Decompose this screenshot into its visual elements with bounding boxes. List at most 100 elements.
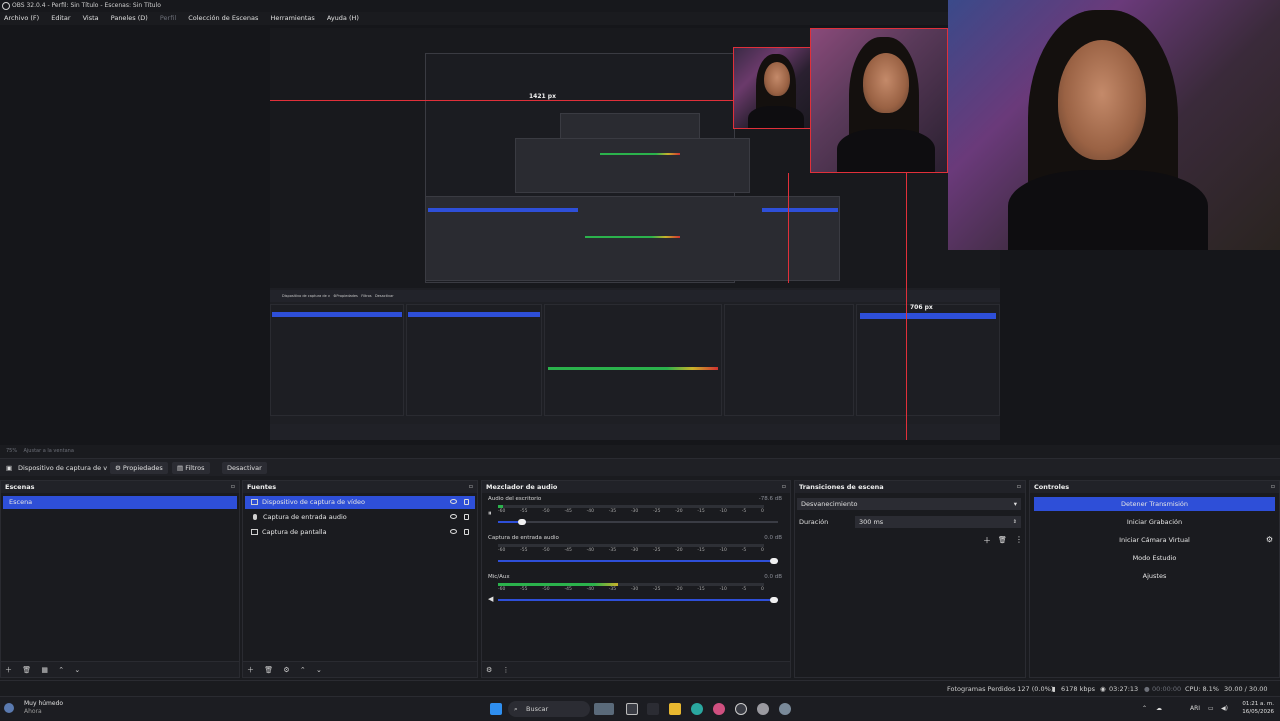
windows-start-icon[interactable] <box>490 703 502 715</box>
lock-icon[interactable] <box>464 514 469 520</box>
volume-slider-knob[interactable] <box>518 519 526 525</box>
menu-editar[interactable]: Editar <box>51 14 70 22</box>
meter-tick-label: -50 <box>542 587 550 592</box>
dock-float-icon[interactable]: ▫ <box>1271 481 1275 493</box>
add-transition-icon[interactable]: ＋ <box>983 535 991 546</box>
move-up-icon[interactable]: ⌃ <box>58 666 64 674</box>
menu-archivo[interactable]: Archivo (F) <box>4 14 39 22</box>
volume-icon[interactable]: ⏸ <box>488 509 492 518</box>
transition-select[interactable]: Desvanecimiento ▾ <box>797 498 1021 510</box>
nested-meter2 <box>585 236 680 238</box>
weather-widget[interactable]: Muy húmedo Ahora <box>24 700 63 716</box>
system-clock[interactable]: 01:21 a. m. 16/05/2026 <box>1242 700 1274 716</box>
task-view-icon[interactable] <box>626 703 638 715</box>
obs-taskbar-icon[interactable] <box>735 703 747 715</box>
duration-input[interactable]: 300 ms ⇕ <box>855 516 1021 528</box>
bitrate: 6178 kbps <box>1061 685 1096 693</box>
stop-stream-button[interactable]: Detener Transmisión <box>1034 497 1275 511</box>
add-source-icon[interactable]: ＋ <box>247 666 254 674</box>
app-icon[interactable] <box>713 703 725 715</box>
sources-title: Fuentes ▫ <box>243 481 477 493</box>
tray-network-icon[interactable]: ☁ <box>1156 697 1162 721</box>
menu-coleccion-escenas[interactable]: Colección de Escenas <box>188 14 258 22</box>
visibility-eye-icon[interactable] <box>450 499 457 504</box>
lock-icon[interactable] <box>464 529 469 535</box>
meter-tick-label: -50 <box>542 548 550 553</box>
meter-tick-label: -25 <box>653 509 661 514</box>
nested-control-sel <box>762 208 838 212</box>
volume-slider-knob[interactable] <box>770 597 778 603</box>
app-icon-2[interactable] <box>757 703 769 715</box>
fit-to-window[interactable]: Ajustar a la ventana <box>23 448 73 454</box>
volume-slider[interactable] <box>498 597 778 603</box>
menu-ayuda[interactable]: Ayuda (H) <box>327 14 359 22</box>
chrome-icon[interactable] <box>691 703 703 715</box>
meter-tick-label: -10 <box>719 548 727 553</box>
scene-filter-icon[interactable]: ▦ <box>41 666 48 674</box>
scene-item[interactable]: Escena <box>3 496 237 509</box>
properties-button[interactable]: ⚙ Propiedades <box>110 462 168 474</box>
start-recording-button[interactable]: Iniciar Grabación <box>1034 515 1275 529</box>
deactivate-button[interactable]: Desactivar <box>222 462 267 474</box>
mixer-settings-icon[interactable]: ⚙ <box>486 666 492 674</box>
menu-paneles[interactable]: Paneles (D) <box>111 14 148 22</box>
media-app-icon[interactable] <box>647 703 659 715</box>
move-down-icon[interactable]: ⌄ <box>74 666 80 674</box>
meter-tick-label: -40 <box>586 509 594 514</box>
studio-mode-button[interactable]: Modo Estudio <box>1034 551 1275 565</box>
meter-tick-label: -55 <box>520 587 528 592</box>
source-item[interactable]: Dispositivo de captura de vídeo <box>245 496 475 509</box>
nested-capture-level3b <box>515 138 750 193</box>
dock-float-icon[interactable]: ▫ <box>1017 481 1021 493</box>
volume-slider[interactable] <box>498 519 778 525</box>
mixer-title: Mezclador de audio ▫ <box>482 481 790 493</box>
transitions-body: Desvanecimiento ▾ Duración 300 ms ⇕ ＋ 🗑 … <box>795 493 1025 661</box>
virtual-camera-settings-icon[interactable]: ⚙ <box>1266 535 1273 544</box>
transition-menu-icon[interactable]: ⋮ <box>1015 535 1023 544</box>
visibility-eye-icon[interactable] <box>450 529 457 534</box>
transitions-title: Transiciones de escena ▫ <box>795 481 1025 493</box>
nested-sources <box>406 304 542 416</box>
remove-scene-icon[interactable]: 🗑 <box>22 666 31 674</box>
dock-float-icon[interactable]: ▫ <box>231 481 235 493</box>
stepper-icon[interactable]: ⇕ <box>1013 516 1017 528</box>
menu-perfil[interactable]: Perfil <box>160 14 176 22</box>
taskbar-search[interactable]: ⌕ Buscar <box>508 701 590 717</box>
source-item[interactable]: Captura de pantalla <box>245 526 475 539</box>
file-explorer-icon[interactable] <box>669 703 681 715</box>
dock-float-icon[interactable]: ▫ <box>782 481 786 493</box>
remove-source-icon[interactable]: 🗑 <box>264 666 273 674</box>
mixer-menu-icon[interactable]: ⋮ <box>503 666 510 674</box>
filters-button[interactable]: ▤ Filtros <box>172 462 210 474</box>
nested-controls <box>856 304 1000 416</box>
remove-transition-icon[interactable]: 🗑 <box>998 536 1007 544</box>
add-scene-icon[interactable]: ＋ <box>5 666 12 674</box>
speaker-icon[interactable]: ◀ <box>488 595 493 603</box>
volume-slider-knob[interactable] <box>770 558 778 564</box>
zoom-level[interactable]: 75% <box>6 448 17 454</box>
guide-line-vertical-inner <box>788 173 789 283</box>
widget-thumbnail-icon[interactable] <box>594 703 614 715</box>
meter-tick-label: -10 <box>719 587 727 592</box>
lock-icon[interactable] <box>464 499 469 505</box>
volume-slider[interactable] <box>498 558 778 564</box>
webcam-feed[interactable] <box>948 0 1280 250</box>
source-properties-icon[interactable]: ⚙ <box>283 666 289 674</box>
settings-taskbar-icon[interactable] <box>779 703 791 715</box>
tray-chevron-icon[interactable]: ⌃ <box>1142 697 1147 721</box>
channel-db: -78.6 dB <box>758 496 782 502</box>
visibility-eye-icon[interactable] <box>450 514 457 519</box>
meter-tick-label: -15 <box>697 587 705 592</box>
menu-herramientas[interactable]: Herramientas <box>270 14 314 22</box>
move-up-icon[interactable]: ⌃ <box>300 666 306 674</box>
start-virtual-camera-button[interactable]: Iniciar Cámara Virtual <box>1034 533 1275 547</box>
dock-float-icon[interactable]: ▫ <box>469 481 473 493</box>
menu-vista[interactable]: Vista <box>83 14 99 22</box>
wifi-icon[interactable]: ▭ <box>1208 697 1214 721</box>
language-indicator[interactable]: ARI <box>1190 697 1200 721</box>
move-down-icon[interactable]: ⌄ <box>316 666 322 674</box>
volume-tray-icon[interactable]: ◀) <box>1221 697 1228 721</box>
settings-button[interactable]: Ajustes <box>1034 569 1275 583</box>
controls-body: Detener Transmisión Iniciar Grabación In… <box>1030 493 1279 677</box>
source-item[interactable]: Captura de entrada audio <box>245 511 475 524</box>
